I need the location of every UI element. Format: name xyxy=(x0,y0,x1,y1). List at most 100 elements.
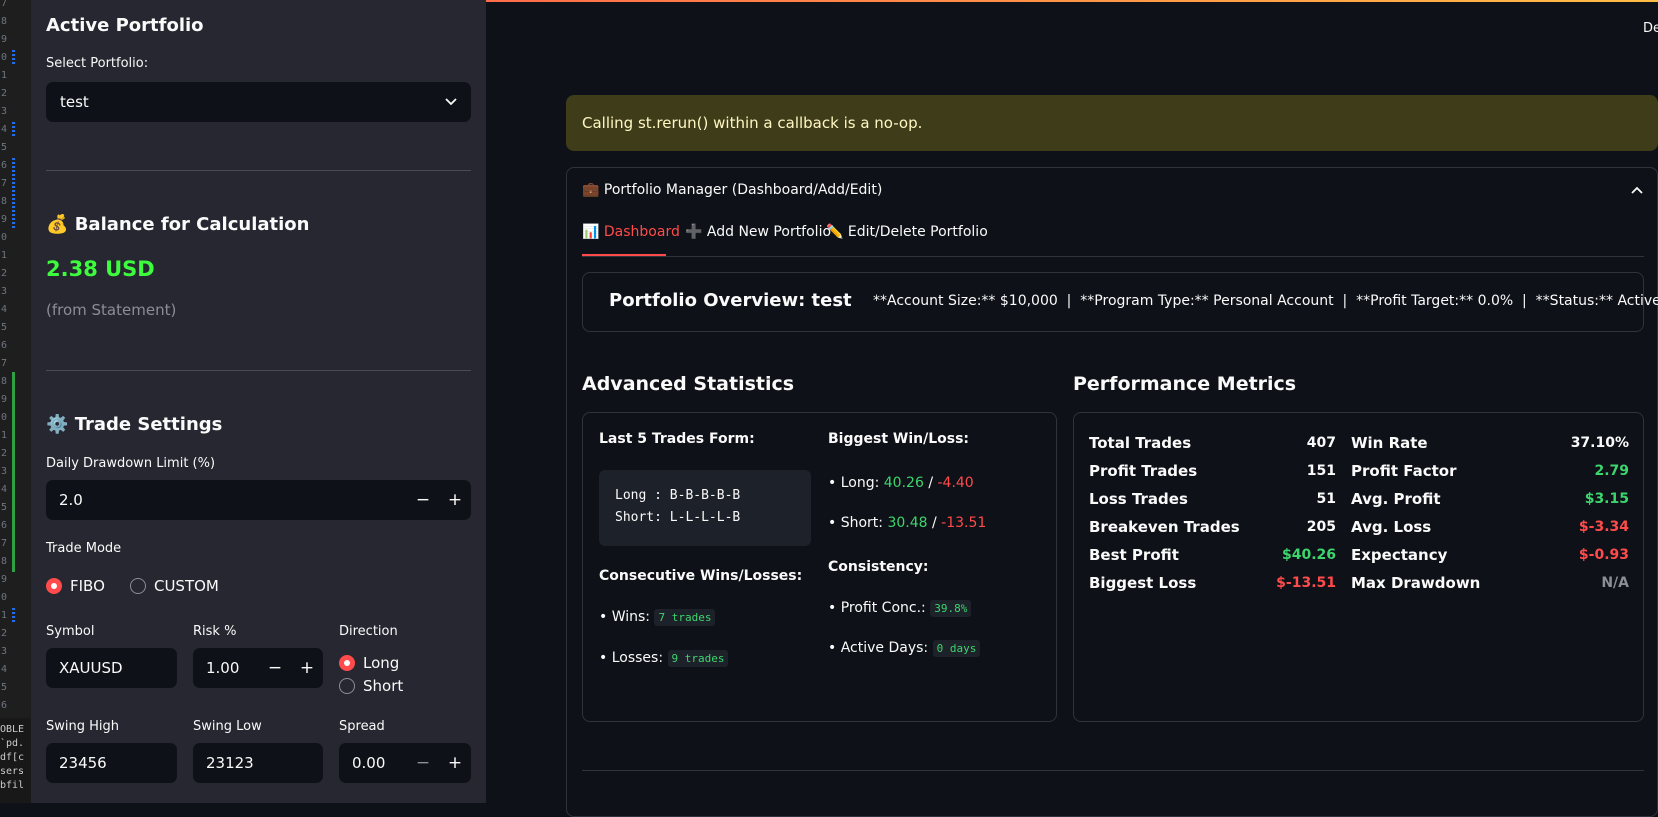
biggest-short-row: • Short: 30.48 / -13.51 xyxy=(828,515,986,531)
select-portfolio-label: Select Portfolio: xyxy=(46,56,149,71)
change-marker xyxy=(12,50,15,66)
line-number: 9 xyxy=(1,34,8,45)
active-days-value: 0 days xyxy=(932,640,981,657)
metric-label: Best Profit xyxy=(1089,546,1179,564)
line-number: 9 xyxy=(1,394,8,405)
wins-row: • Wins: 7 trades xyxy=(599,609,716,626)
balance-title-row: 💰 Balance for Calculation xyxy=(46,214,309,235)
money-bag-icon: 💰 xyxy=(46,214,69,235)
consistency-title: Consistency: xyxy=(828,559,929,575)
line-number: 8 xyxy=(1,196,8,207)
metric-label: Biggest Loss xyxy=(1089,574,1197,592)
deploy-button[interactable]: De xyxy=(1643,21,1658,36)
trade-mode-label: Trade Mode xyxy=(46,541,122,556)
profit-conc-value: 39.8% xyxy=(930,600,972,617)
added-marker xyxy=(12,372,15,572)
radio-long[interactable]: Long xyxy=(339,654,399,672)
decrement-button[interactable]: − xyxy=(259,658,291,678)
tab-add-portfolio-label: Add New Portfolio xyxy=(706,224,832,240)
direction-radio-group: Long Short xyxy=(339,654,403,698)
overview-title: Portfolio Overview: test xyxy=(609,290,852,311)
metric-label: Max Drawdown xyxy=(1351,574,1481,592)
last5-long: Long : B-B-B-B-B xyxy=(615,488,741,503)
swing-low-input[interactable]: 23123 xyxy=(193,743,323,783)
risk-label: Risk % xyxy=(193,624,237,639)
line-number: 3 xyxy=(1,466,8,477)
line-number: 0 xyxy=(1,592,8,603)
line-number: 0 xyxy=(1,232,8,243)
radio-custom[interactable]: CUSTOM xyxy=(129,577,219,595)
radio-long-label: Long xyxy=(363,654,400,672)
line-number: 3 xyxy=(1,286,8,297)
tab-dashboard[interactable]: 📊 Dashboard xyxy=(582,224,680,240)
tab-add-portfolio[interactable]: ➕ Add New Portfolio xyxy=(685,224,831,240)
line-number: 8 xyxy=(1,376,8,387)
consec-title: Consecutive Wins/Losses: xyxy=(599,568,803,584)
portfolio-manager-expander: 💼 Portfolio Manager (Dashboard/Add/Edit)… xyxy=(566,167,1658,817)
metric-label: Avg. Profit xyxy=(1351,490,1441,508)
decrement-button[interactable]: − xyxy=(407,490,439,510)
expander-header[interactable]: 💼 Portfolio Manager (Dashboard/Add/Edit) xyxy=(582,182,882,198)
metric-label: Profit Factor xyxy=(1351,462,1457,480)
portfolio-select[interactable]: test xyxy=(46,82,471,122)
daily-drawdown-input[interactable]: 2.0 − + xyxy=(46,480,471,520)
increment-button[interactable]: + xyxy=(291,658,323,678)
metric-value: 37.10% xyxy=(1570,435,1629,451)
decrement-button[interactable]: − xyxy=(407,753,439,773)
line-number: 2 xyxy=(1,268,8,279)
direction-label: Direction xyxy=(339,624,398,639)
losses-row: • Losses: 9 trades xyxy=(599,650,729,667)
portfolio-select-value: test xyxy=(60,93,89,111)
metric-label: Total Trades xyxy=(1089,434,1192,452)
line-number: 4 xyxy=(1,124,8,135)
increment-button[interactable]: + xyxy=(439,490,471,510)
line-number: 3 xyxy=(1,106,8,117)
balance-source: (from Statement) xyxy=(46,301,177,319)
risk-input[interactable]: 1.00 − + xyxy=(193,648,323,688)
symbol-input[interactable]: XAUUSD xyxy=(46,648,177,688)
line-number: 6 xyxy=(1,340,8,351)
metric-value: 51 xyxy=(1316,491,1336,507)
metric-value: 2.79 xyxy=(1594,463,1629,479)
overview-details: **Account Size:** $10,000 | **Program Ty… xyxy=(873,293,1658,309)
line-number: 7 xyxy=(1,0,8,9)
line-number: 9 xyxy=(1,574,8,585)
short-label: • Short: xyxy=(828,515,883,531)
metric-value: $40.26 xyxy=(1281,547,1336,563)
losses-label: • Losses: xyxy=(599,650,664,666)
warning-alert: Calling st.rerun() within a callback is … xyxy=(566,95,1658,151)
wins-label: • Wins: xyxy=(599,609,651,625)
performance-metrics-card: Total Trades 407 Profit Trades 151 Loss Trad… xyxy=(1073,412,1644,722)
risk-value: 1.00 xyxy=(206,659,240,677)
chevron-up-icon[interactable] xyxy=(1631,186,1643,194)
line-number: 1 xyxy=(1,430,8,441)
daily-drawdown-value: 2.0 xyxy=(59,491,83,509)
tab-edit-delete[interactable]: ✏️ Edit/Delete Portfolio xyxy=(826,224,988,240)
pencil-icon: ✏️ xyxy=(826,224,844,240)
trade-mode-radio-group: FIBO CUSTOM xyxy=(46,577,219,598)
radio-fibo[interactable]: FIBO xyxy=(46,577,105,595)
briefcase-icon: 💼 xyxy=(582,182,600,198)
metric-label: Avg. Loss xyxy=(1351,518,1432,536)
last5-code-block: Long : B-B-B-B-B Short: L-L-L-L-B xyxy=(599,470,811,546)
advanced-stats-title: Advanced Statistics xyxy=(582,373,795,395)
radio-short[interactable]: Short xyxy=(339,677,403,695)
radio-unselected-icon xyxy=(129,578,146,594)
short-win: 30.48 xyxy=(887,515,928,531)
spread-input[interactable]: 0.00 − + xyxy=(339,743,471,783)
line-number: 6 xyxy=(1,160,8,171)
change-marker xyxy=(12,158,15,228)
increment-button[interactable]: + xyxy=(439,753,471,773)
line-number: 7 xyxy=(1,358,8,369)
long-label: • Long: xyxy=(828,475,880,491)
trade-settings-title: Trade Settings xyxy=(74,414,223,435)
swing-high-input[interactable]: 23456 xyxy=(46,743,177,783)
swing-high-label: Swing High xyxy=(46,719,119,734)
line-number: 0 xyxy=(1,412,8,423)
radio-custom-label: CUSTOM xyxy=(153,577,219,595)
line-number: 1 xyxy=(1,250,8,261)
line-number: 2 xyxy=(1,88,8,99)
profit-conc-row: • Profit Conc.: 39.8% xyxy=(828,600,972,617)
metric-value: $-3.34 xyxy=(1578,519,1629,535)
problems-panel: OBLE `pd. df[c sers bfil xyxy=(0,718,31,803)
